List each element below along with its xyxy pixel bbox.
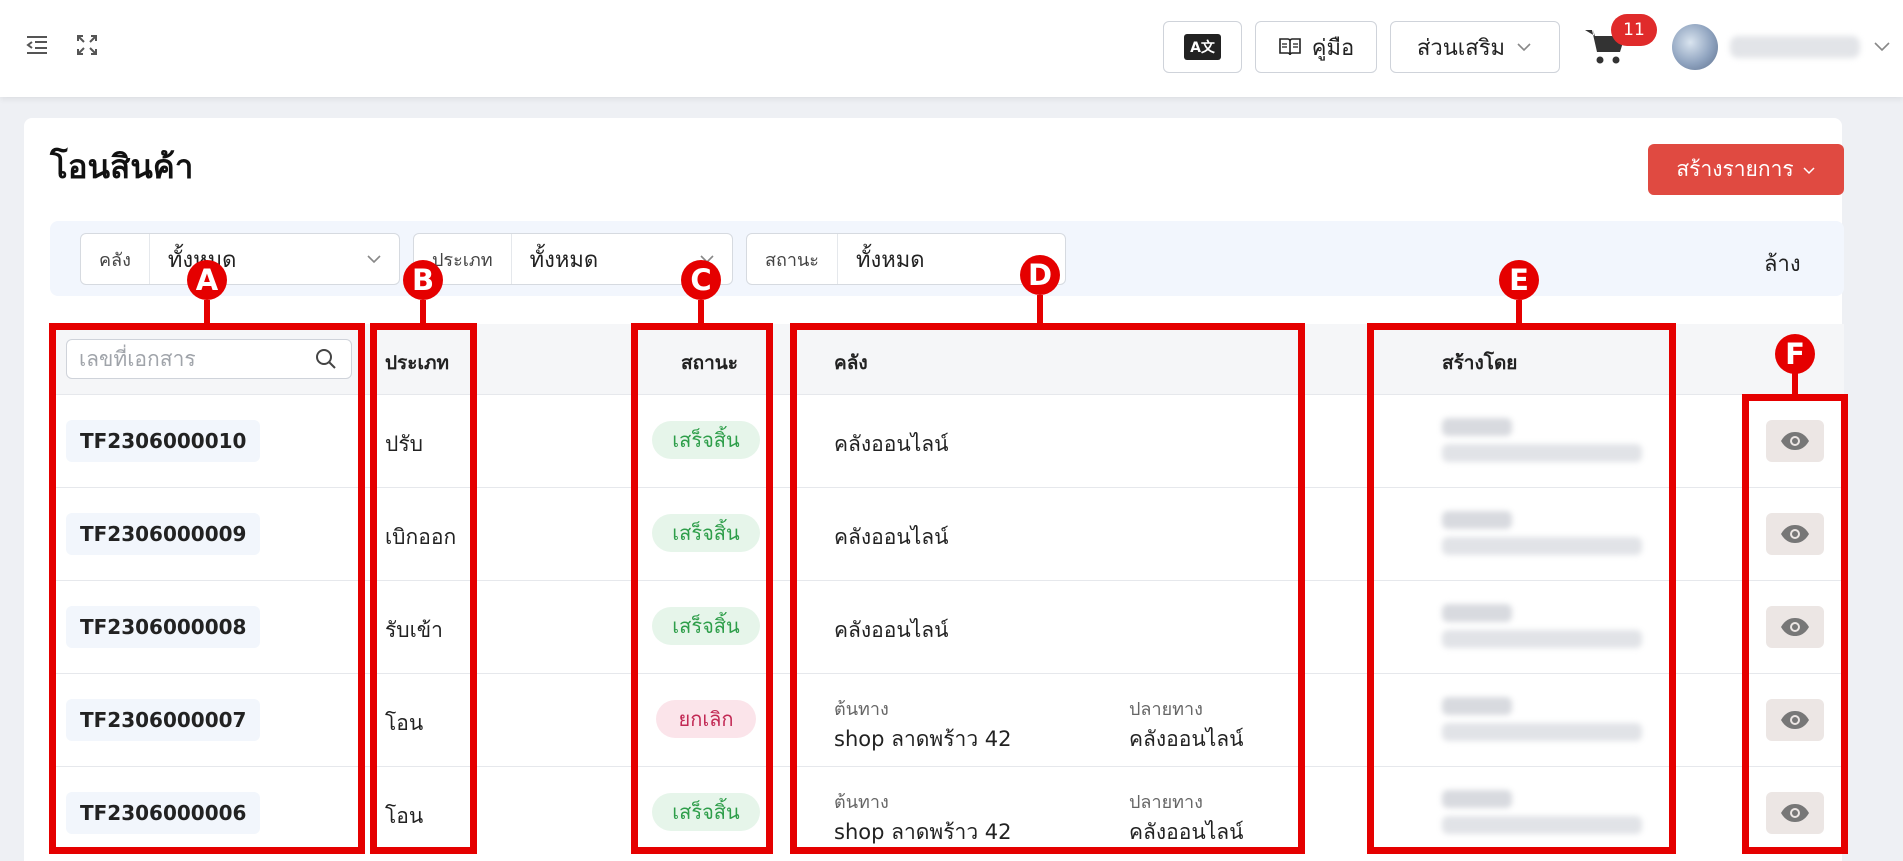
addons-dropdown[interactable]: ส่วนเสริม [1390, 21, 1560, 73]
language-icon: A文 [1184, 34, 1221, 60]
annotation-marker-d: D [1020, 255, 1060, 295]
annotation-stem-b [420, 300, 426, 326]
avatar[interactable] [1672, 24, 1718, 70]
status-filter[interactable]: สถานะ ทั้งหมด [746, 233, 1066, 285]
top-bar: A文 คู่มือ ส่วนเสริม 11 [0, 0, 1903, 97]
annotation-box-e [1367, 323, 1676, 854]
create-button[interactable]: สร้างรายการ [1648, 144, 1844, 195]
language-button[interactable]: A文 [1163, 21, 1242, 73]
annotation-marker-f: F [1775, 334, 1815, 374]
status-filter-label: สถานะ [747, 234, 838, 284]
annotation-marker-e: E [1499, 260, 1539, 300]
annotation-box-b [370, 323, 477, 854]
annotation-stem-e [1516, 300, 1522, 326]
annotation-box-c [631, 323, 773, 854]
addons-label: ส่วนเสริม [1416, 35, 1506, 61]
annotation-stem-c [698, 300, 704, 326]
annotation-stem-a [204, 300, 210, 326]
annotation-stem-d [1037, 295, 1043, 326]
annotation-box-f [1742, 394, 1848, 854]
user-name-blurred[interactable] [1730, 36, 1860, 58]
status-filter-value: ทั้งหมด [855, 247, 925, 273]
annotation-box-d [790, 323, 1305, 854]
annotation-marker-a: A [187, 260, 227, 300]
cart-count-badge: 11 [1611, 14, 1657, 46]
chevron-down-icon [1517, 43, 1531, 52]
chevron-down-icon [1803, 166, 1815, 174]
annotation-marker-b: B [403, 260, 443, 300]
page-title: โอนสินค้า [50, 147, 194, 186]
collapse-menu-icon[interactable] [24, 32, 50, 58]
chevron-down-icon [367, 255, 381, 264]
warehouse-filter-label: คลัง [81, 234, 150, 284]
type-filter-value: ทั้งหมด [529, 247, 599, 273]
user-menu-chevron-icon[interactable] [1872, 36, 1892, 56]
book-icon [1278, 38, 1301, 56]
create-button-label: สร้างรายการ [1676, 157, 1794, 181]
annotation-marker-c: C [681, 260, 721, 300]
manual-label: คู่มือ [1311, 35, 1355, 61]
warehouse-filter[interactable]: คลัง ทั้งหมด [80, 233, 400, 285]
annotation-box-a [49, 323, 365, 854]
manual-button[interactable]: คู่มือ [1255, 21, 1377, 73]
clear-filters-button[interactable]: ล้าง [1764, 246, 1801, 281]
fullscreen-icon[interactable] [74, 32, 100, 58]
